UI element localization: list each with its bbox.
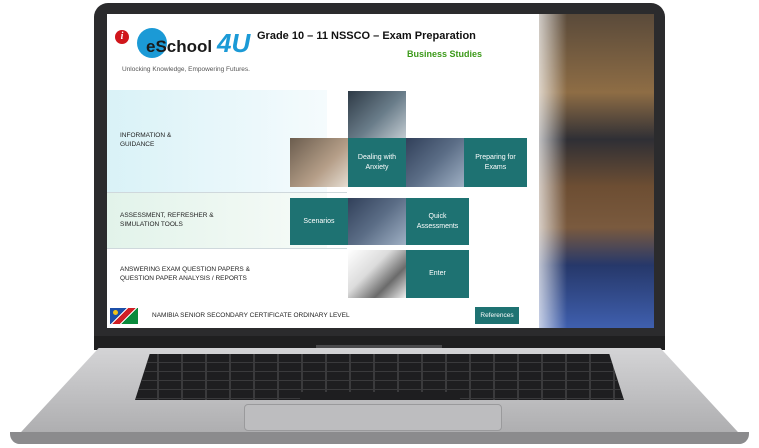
- right-photo-fade: [527, 14, 567, 328]
- section-label-assessment: ASSESSMENT, REFRESHER & SIMULATION TOOLS: [120, 212, 214, 228]
- scenarios-button[interactable]: Scenarios: [290, 198, 348, 245]
- subject-subtitle: Business Studies: [407, 49, 483, 59]
- section-label-information: INFORMATION & GUIDANCE: [120, 132, 172, 148]
- photo-classroom-tile: [348, 198, 406, 245]
- photo-writing-tile: [348, 250, 406, 298]
- section-label-answering: ANSWERING EXAM QUESTION PAPERS & QUESTIO…: [120, 266, 250, 282]
- footer-text: NAMIBIA SENIOR SECONDARY CERTIFICATE ORD…: [152, 312, 350, 319]
- quick-assessments-button[interactable]: Quick Assessments: [406, 198, 469, 245]
- namibia-flag-icon: [110, 308, 138, 324]
- flag-sun: [113, 310, 118, 315]
- enter-button[interactable]: Enter: [406, 250, 469, 298]
- tagline: Unlocking Knowledge, Empowering Futures.: [122, 66, 250, 73]
- trackpad: [244, 404, 502, 431]
- logo-suffix: 4U: [217, 28, 251, 58]
- eschool4u-logo: eSchool 4U: [137, 24, 251, 62]
- section-divider: [107, 248, 347, 249]
- references-button[interactable]: References: [475, 307, 519, 324]
- photo-study-tile: [348, 91, 406, 138]
- logo-text: eSchool: [146, 37, 213, 56]
- dealing-with-anxiety-button[interactable]: Dealing with Anxiety: [348, 138, 406, 187]
- info-icon[interactable]: i: [115, 30, 129, 44]
- app-screen: i eSchool 4U Unlocking Knowledge, Empowe…: [107, 14, 654, 328]
- section-divider: [107, 192, 347, 193]
- page-title: Grade 10 – 11 NSSCO – Exam Preparation: [257, 30, 476, 42]
- preparing-for-exams-button[interactable]: Preparing for Exams: [464, 138, 527, 187]
- photo-teacher-tile: [290, 138, 348, 187]
- photo-students-tile: [406, 138, 464, 187]
- laptop-base-edge: [10, 432, 749, 444]
- spacebar: [300, 392, 460, 400]
